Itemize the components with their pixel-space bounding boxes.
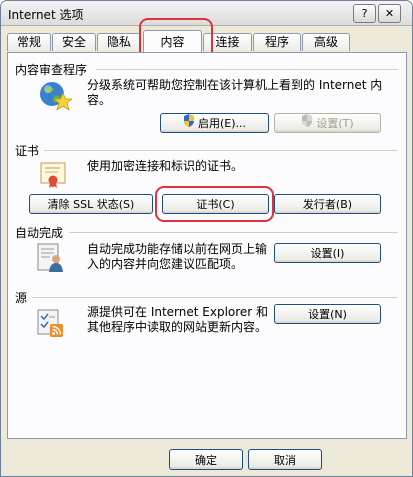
- group-divider: [96, 69, 398, 70]
- uac-shield-icon: [301, 114, 313, 134]
- publishers-button[interactable]: 发行者(B): [274, 194, 381, 214]
- feeds-description: 源提供可在 Internet Explorer 和其他程序中读取的网站更新内容。: [87, 305, 269, 334]
- cancel-button[interactable]: 取消: [248, 449, 322, 470]
- certificates-button[interactable]: 证书(C): [162, 194, 269, 214]
- tab-general[interactable]: 常规: [7, 33, 51, 51]
- group-divider: [44, 150, 398, 151]
- title-bar[interactable]: Internet 选项 ? ✕: [1, 1, 412, 26]
- certificate-icon: [38, 159, 68, 192]
- enable-label: 启用(E)...: [197, 117, 247, 130]
- tab-security[interactable]: 安全: [52, 33, 96, 51]
- autocomplete-settings-button[interactable]: 设置(I): [274, 243, 381, 263]
- content-tab-panel: 内容审查程序 分级系统可帮助您控制在该计算机上看到的 Internet 内容。 …: [7, 52, 407, 439]
- uac-shield-icon: [183, 114, 195, 134]
- globe-star-icon: [36, 79, 74, 116]
- clear-ssl-state-button[interactable]: 清除 SSL 状态(S): [29, 194, 153, 214]
- autocomplete-form-icon: [36, 242, 66, 277]
- autocomplete-description: 自动完成功能存储以前在网页上输入的内容并向您建议匹配项。: [87, 242, 268, 271]
- tab-content[interactable]: 内容: [143, 30, 202, 52]
- feed-icon: [36, 308, 66, 341]
- close-button[interactable]: ✕: [378, 4, 401, 23]
- internet-options-window: Internet 选项 ? ✕ 常规 安全 隐私 内容 连接 程序 高级 内容审…: [0, 0, 413, 477]
- tab-privacy[interactable]: 隐私: [97, 33, 141, 51]
- tab-connections[interactable]: 连接: [203, 33, 252, 51]
- certificates-group-title: 证书: [15, 144, 40, 158]
- feeds-settings-button[interactable]: 设置(N): [274, 304, 381, 324]
- content-advisor-settings-button[interactable]: 设置(T): [274, 113, 381, 133]
- settings-label: 设置(T): [316, 117, 354, 130]
- group-divider: [69, 232, 398, 233]
- help-button[interactable]: ?: [353, 4, 376, 23]
- enable-content-advisor-button[interactable]: 启用(E)...: [160, 113, 269, 133]
- feeds-group-title: 源: [15, 291, 28, 305]
- window-title: Internet 选项: [8, 8, 84, 22]
- content-advisor-description: 分级系统可帮助您控制在该计算机上看到的 Internet 内容。: [87, 78, 383, 107]
- autocomplete-group-title: 自动完成: [15, 226, 64, 240]
- content-advisor-group-title: 内容审查程序: [15, 63, 88, 77]
- tab-programs[interactable]: 程序: [253, 33, 301, 51]
- group-divider: [32, 297, 398, 298]
- tab-advanced[interactable]: 高级: [302, 33, 350, 51]
- ok-button[interactable]: 确定: [169, 449, 243, 470]
- certificates-description: 使用加密连接和标识的证书。: [87, 159, 244, 173]
